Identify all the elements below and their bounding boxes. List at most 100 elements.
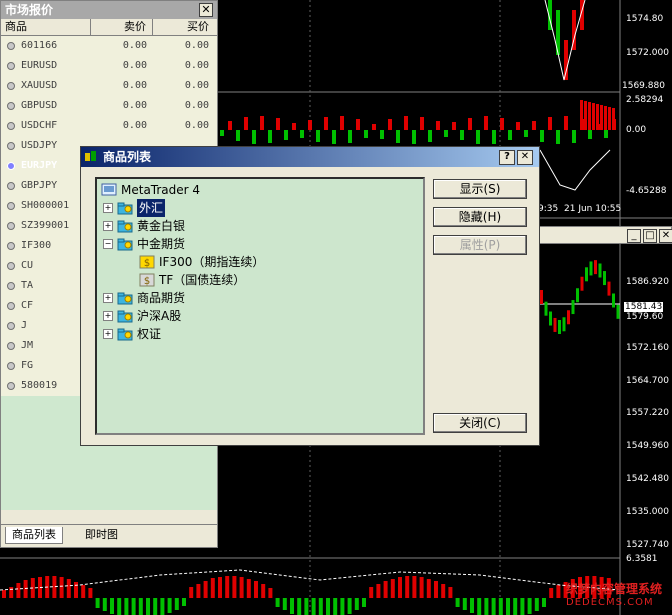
candle [558,319,561,334]
expand-icon[interactable]: + [103,203,113,213]
market-watch-row[interactable]: XAUUSD 0.00 0.00 [1,76,217,96]
expand-icon[interactable]: + [103,293,113,303]
indicator-bar [588,130,592,139]
tree-group[interactable]: + 黄金白银 [103,217,185,235]
market-watch-title: 市场报价 ✕ [1,1,217,19]
tab-tick-chart[interactable]: 即时图 [79,527,124,543]
indicator-bar [333,598,338,615]
app-icon [85,151,96,161]
help-button[interactable]: ? [499,150,515,165]
tree-symbol[interactable]: $ TF（国债连续） [139,271,245,289]
indicator-bar [500,118,504,130]
current-price-label: 1581.43 [624,302,664,312]
indicator-bar [102,598,107,611]
collapse-icon[interactable]: − [103,239,113,249]
minimize-button[interactable]: _ [627,229,641,243]
symbol-name: CU [21,260,34,271]
tree-group-label: 黄金白银 [137,219,186,233]
indicator-bar [210,578,215,598]
tree-group[interactable]: + 外汇 [103,199,166,217]
market-watch-row[interactable]: USDCHF 0.00 0.00 [1,116,217,136]
indicator-bar [369,587,374,598]
tab-symbols[interactable]: 商品列表 [5,527,63,544]
expand-icon[interactable]: + [103,329,113,339]
market-watch-row[interactable]: EURUSD 0.00 0.00 [1,56,217,76]
tree-symbol[interactable]: $ IF300（期指连续） [139,253,264,271]
indicator-bar [236,130,240,141]
chart-window-titlebar[interactable]: _ □ ✕ [536,226,672,244]
hide-button[interactable]: 隐藏(H) [433,207,527,227]
candle [571,300,575,315]
tree-root[interactable]: MetaTrader 4 [101,181,200,199]
indicator-bar [588,102,591,130]
indicator-bar [462,598,467,610]
tree-symbol-label: IF300（期指连续） [159,255,265,269]
time-tick: 9:35 [538,204,559,214]
maximize-button[interactable]: □ [643,229,657,243]
indicator-bar [2,590,6,598]
symbol-name: 580019 [21,380,58,391]
indicator-bar [232,576,237,598]
indicator-bar [304,598,309,615]
ask-cell: 0.00 [184,40,209,51]
price-tick: 1574.80 [626,14,664,24]
column-header-symbol[interactable]: 商品 [1,19,91,35]
indicator-bar [513,598,518,615]
indicator-bar [404,116,408,130]
indicator-bar [95,598,100,608]
candle [564,40,568,80]
candle [576,288,579,303]
folder-icon [117,328,133,341]
tree-group[interactable]: + 沪深A股 [103,307,181,325]
status-dot-icon [7,162,15,170]
candle [603,271,606,286]
status-dot-icon [7,282,15,290]
indicator-bar [348,130,352,143]
bid-cell: 0.00 [122,40,147,51]
bid-cell: 0.00 [122,80,147,91]
indicator-bar [146,598,150,615]
terminal-icon [101,183,117,196]
dialog-titlebar[interactable]: 商品列表 ? ✕ [81,147,539,167]
indicator-bar [600,105,603,130]
tree-group[interactable]: + 权证 [103,325,161,343]
signal-line [539,149,611,191]
column-header-ask[interactable]: 买价 [153,19,215,35]
properties-button[interactable]: 属性(P) [433,235,527,255]
close-button[interactable]: ✕ [659,229,672,243]
close-icon[interactable]: ✕ [199,3,213,17]
column-header-bid[interactable]: 卖价 [91,19,153,35]
tree-group[interactable]: + 商品期货 [103,289,185,307]
indicator-bar [9,587,14,598]
indicator-tick: -4.65288 [626,186,667,196]
indicator-bar [110,598,114,614]
indicator-bar [556,585,561,598]
indicator-bar [59,577,64,598]
close-button[interactable]: ✕ [517,150,533,165]
indicator-bar [225,576,230,598]
price-tick: 1557.220 [626,408,669,418]
indicator-bar [117,598,122,615]
indicator-bar [167,598,172,613]
bid-cell: 0.00 [122,100,147,111]
market-watch-row[interactable]: 601166 0.00 0.00 [1,36,217,56]
expand-icon[interactable]: + [103,221,113,231]
symbol-name: GBPUSD [21,100,58,111]
market-watch-row[interactable]: GBPUSD 0.00 0.00 [1,96,217,116]
tree-symbol-label: TF（国债连续） [159,273,246,287]
indicator-bar [300,130,304,138]
symbol-name: TA [21,280,34,291]
show-button[interactable]: 显示(S) [433,179,527,199]
indicator-bar [372,124,376,130]
indicator-bar [153,598,158,615]
symbol-name: USDCHF [21,120,58,131]
close-dialog-button[interactable]: 关闭(C) [433,413,527,433]
expand-icon[interactable]: + [103,311,113,321]
indicator-bar [556,130,560,144]
tree-group[interactable]: − 中金期货 [103,235,185,253]
indicator-bar [520,598,525,615]
price-tick: 1572.000 [626,48,669,58]
indicator-bar [220,130,224,136]
indicator-tick: 6.3581 [626,554,658,564]
indicator-bar [564,116,568,130]
